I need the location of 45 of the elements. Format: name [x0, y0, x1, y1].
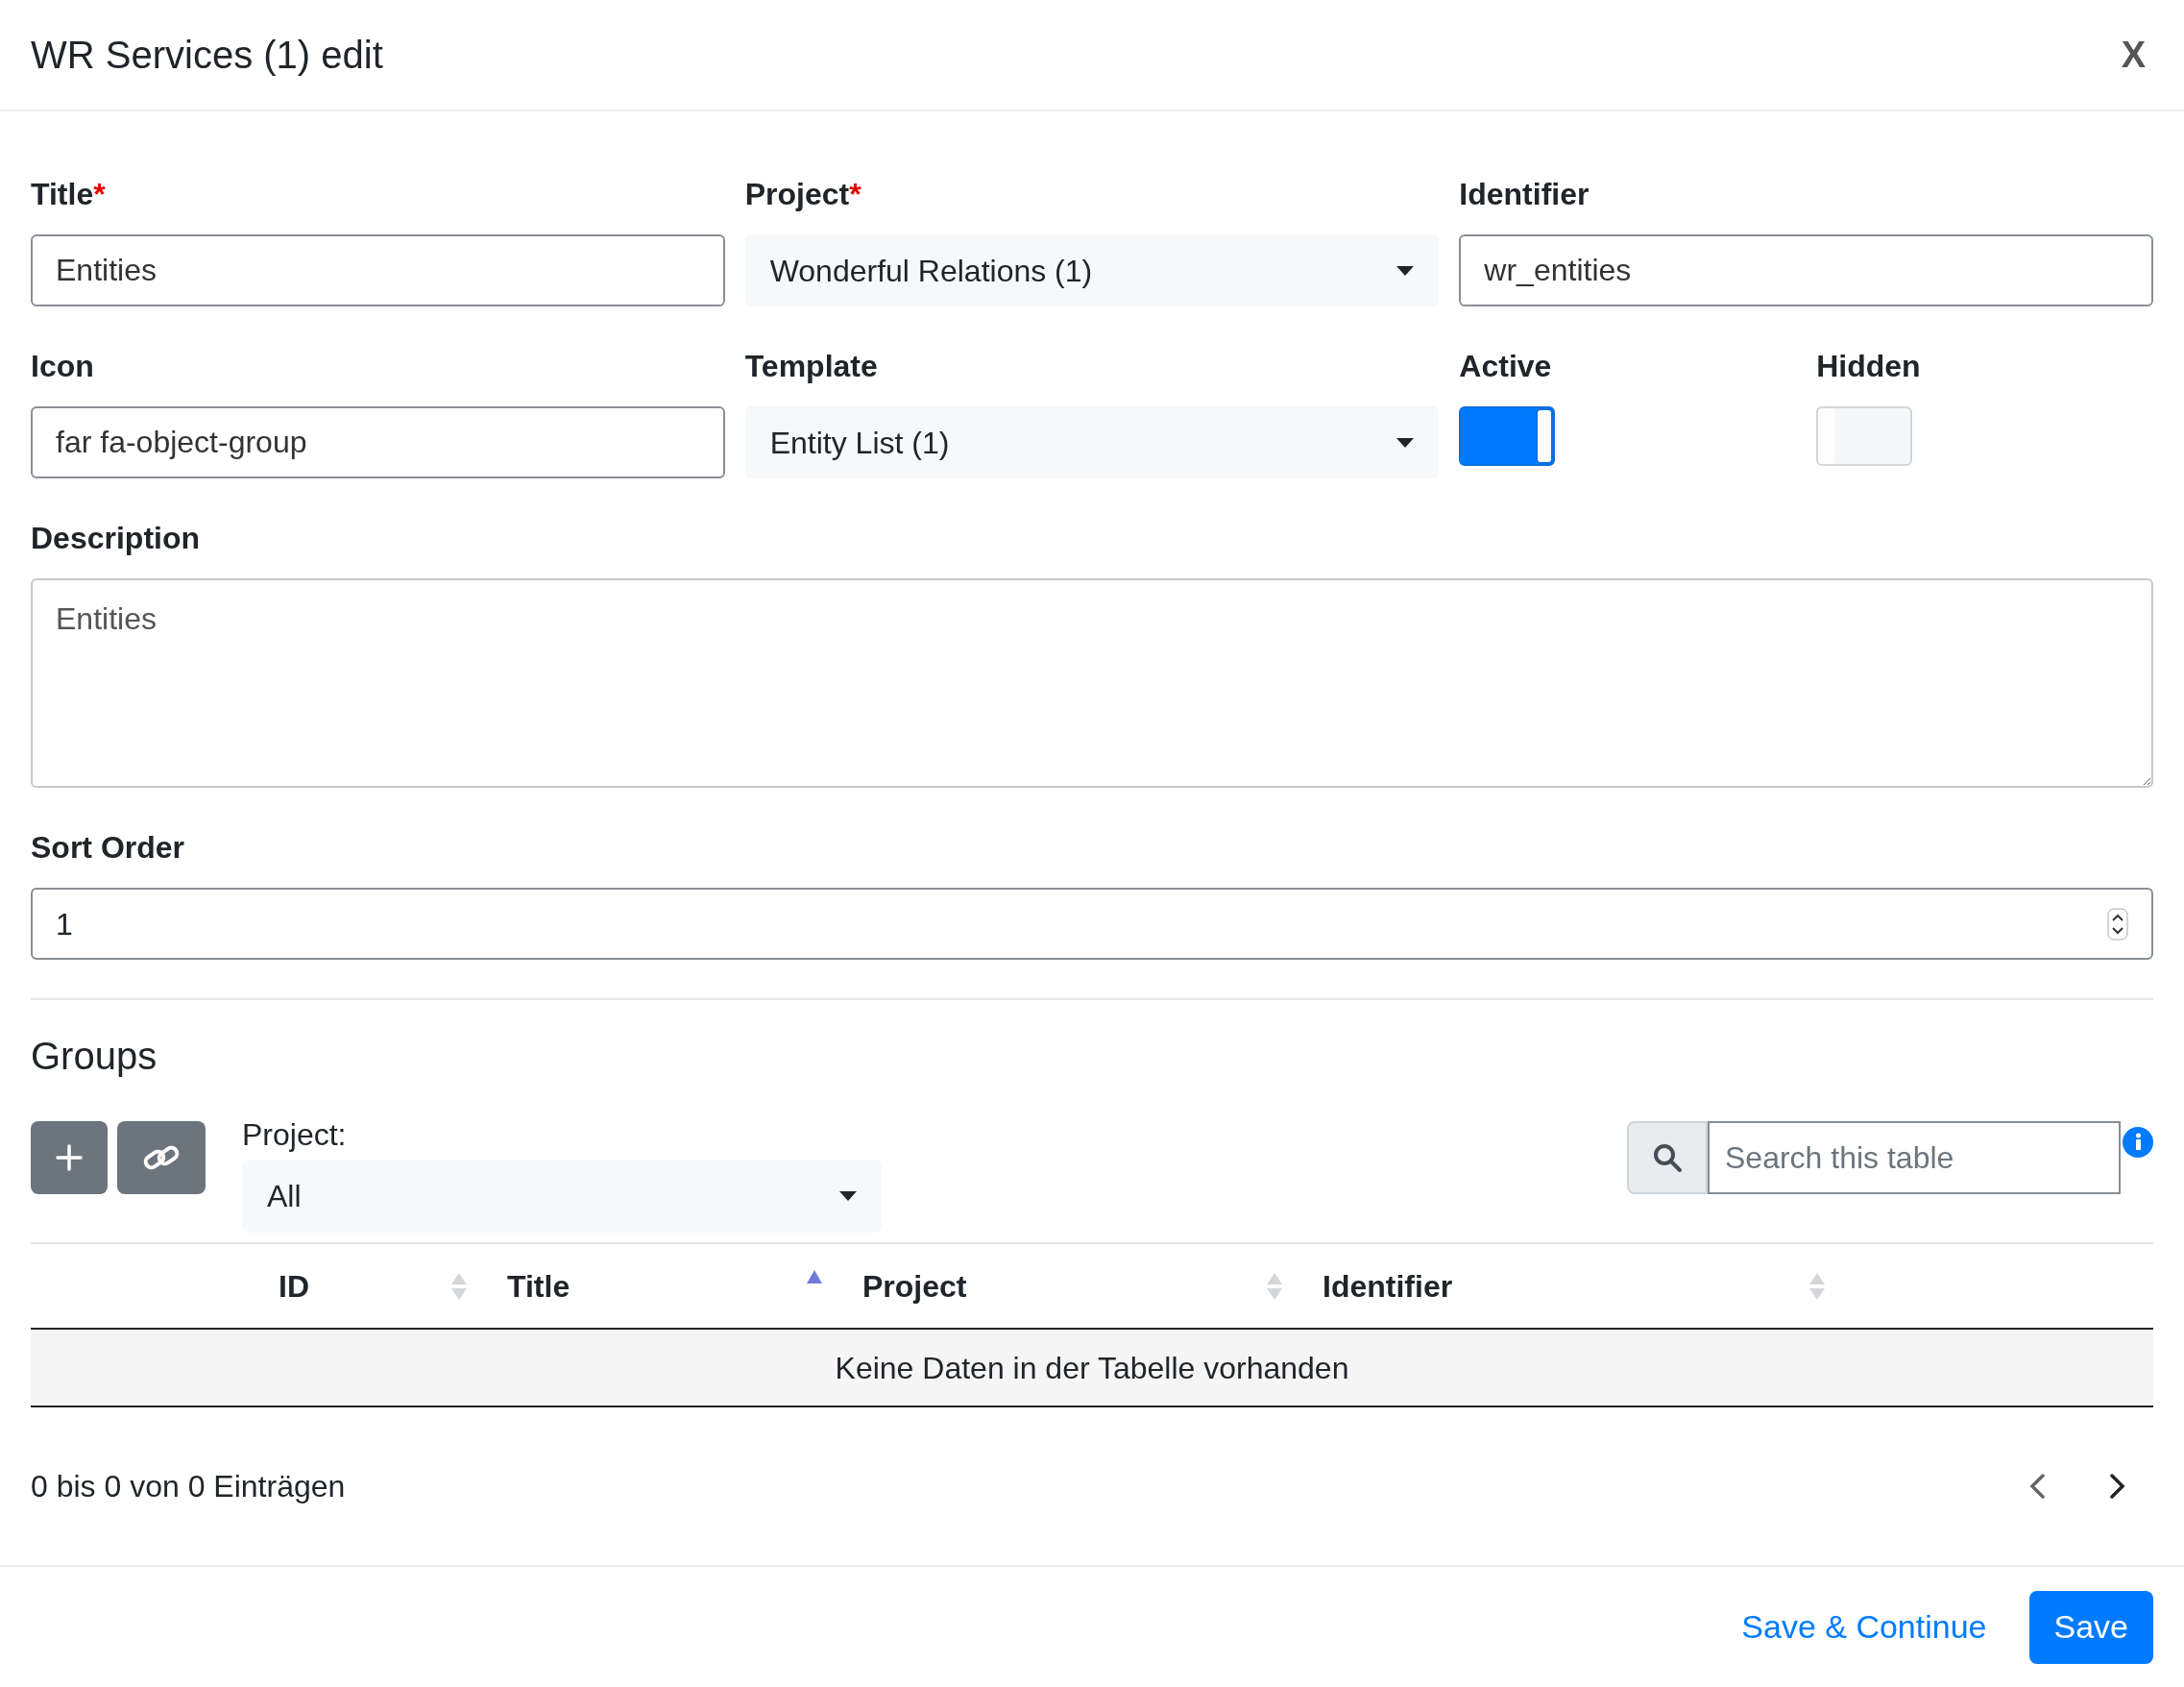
column-header[interactable]: Project: [836, 1262, 1296, 1309]
column-header[interactable]: Title: [480, 1262, 836, 1309]
add-button[interactable]: [31, 1121, 108, 1194]
next-page-button[interactable]: [2109, 1474, 2126, 1499]
caret-icon: [1396, 265, 1415, 276]
link-icon: [142, 1143, 181, 1172]
field-label: Sort Order: [31, 829, 186, 867]
toggle-switch[interactable]: [1459, 406, 1556, 466]
caret-icon: [1396, 437, 1415, 448]
chevron-left-icon: [2028, 1474, 2046, 1499]
field-label: Hidden: [1816, 348, 1922, 385]
link-button[interactable]: [117, 1121, 206, 1194]
previous-page-button[interactable]: [2028, 1474, 2046, 1499]
search-icon: [1652, 1142, 1683, 1173]
field-label: Title*: [31, 176, 107, 213]
search-field[interactable]: Search this table: [1708, 1121, 2121, 1194]
text-field[interactable]: far fa-object-group: [31, 406, 725, 478]
info-icon: [2123, 1127, 2153, 1158]
text-field[interactable]: wr_entities: [1459, 234, 2153, 306]
close-button[interactable]: X: [2113, 27, 2153, 83]
field-label: Description: [31, 520, 202, 557]
caret-icon: [839, 1191, 857, 1201]
select-field[interactable]: Wonderful Relations (1): [744, 234, 1440, 306]
description-field[interactable]: Entities: [31, 578, 2153, 788]
save-and-continue-link[interactable]: Save & Continue: [1737, 1602, 1991, 1651]
section-title: Groups: [31, 1035, 158, 1077]
field-label: Template: [744, 348, 879, 385]
project-filter-select[interactable]: All: [242, 1160, 882, 1233]
field-label: Icon: [31, 348, 95, 385]
column-header[interactable]: ID: [231, 1262, 480, 1309]
text-field[interactable]: Entities: [31, 234, 725, 306]
field-label: Identifier: [1459, 176, 1590, 213]
table-info: 0 bis 0 von 0 Einträgen: [31, 1468, 346, 1505]
select-field[interactable]: Entity List (1): [744, 406, 1440, 478]
chevron-right-icon: [2109, 1474, 2126, 1499]
filter-label: Project:: [242, 1116, 348, 1154]
window-title: WR Services (1) edit: [31, 33, 383, 78]
empty-table-message: Keine Daten in der Tabelle vorhanden: [835, 1349, 1349, 1387]
field-label: Active: [1459, 348, 1553, 385]
plus-icon: [56, 1144, 83, 1171]
number-field[interactable]: 1: [31, 888, 2153, 960]
field-label: Project*: [744, 176, 862, 213]
column-header[interactable]: Identifier: [1296, 1262, 1838, 1309]
spinner-icon: [2107, 907, 2128, 941]
save-button[interactable]: Save: [2028, 1590, 2153, 1664]
